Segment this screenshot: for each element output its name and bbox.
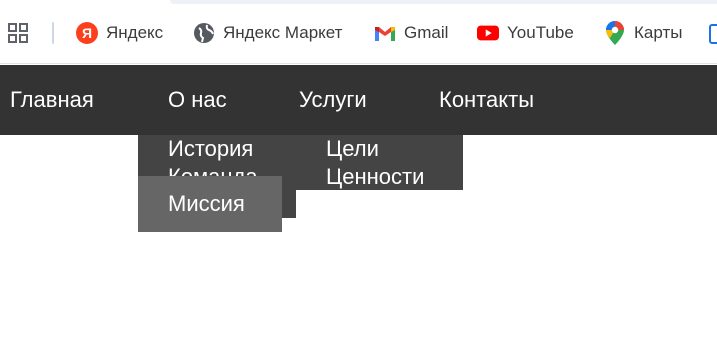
yandex-icon: Я — [76, 22, 98, 44]
bookmark-overflow-icon[interactable] — [709, 24, 717, 44]
bookmark-label: Яндекс — [106, 23, 164, 42]
bookmark-yandex-market[interactable]: Яндекс Маркет — [193, 20, 342, 46]
bookmark-label: YouTube — [507, 23, 574, 42]
bookmark-youtube[interactable]: YouTube — [477, 20, 574, 46]
bookmark-label: Яндекс Маркет — [223, 23, 343, 42]
nav-item-services[interactable]: Услуги — [299, 65, 367, 135]
bookmark-yandex[interactable]: Я Яндекс — [76, 20, 163, 46]
svg-text:Я: Я — [82, 25, 92, 41]
dropdown-item-mission-label: Миссия — [168, 191, 245, 216]
nav-item-contacts[interactable]: Контакты — [439, 65, 534, 135]
bookmarks-bar: Я Яндекс Яндекс Маркет Gmail YouTube Кар… — [0, 0, 717, 64]
main-nav: Главная О нас Услуги Контакты — [0, 65, 717, 135]
gmail-icon — [374, 22, 396, 44]
youtube-icon — [477, 22, 499, 44]
services-dropdown: Цели Ценности — [296, 135, 463, 190]
maps-pin-icon — [604, 21, 626, 45]
bookmark-label: Gmail — [404, 23, 449, 42]
globe-icon — [193, 22, 215, 44]
dropdown-item-history[interactable]: История — [168, 135, 253, 163]
address-bar-edge — [170, 0, 717, 4]
dropdown-item-goals[interactable]: Цели — [326, 135, 379, 163]
nav-item-about[interactable]: О нас — [168, 65, 227, 135]
apps-grid-icon[interactable] — [6, 21, 30, 45]
dropdown-item-values[interactable]: Ценности — [326, 163, 424, 191]
bookmark-gmail[interactable]: Gmail — [374, 20, 448, 46]
bookmark-maps[interactable]: Карты — [604, 20, 682, 46]
nav-item-home[interactable]: Главная — [10, 65, 94, 135]
bookmark-label: Карты — [634, 23, 683, 42]
bookmarks-separator — [52, 22, 54, 44]
dropdown-item-mission-hovered[interactable]: Миссия — [138, 176, 282, 232]
